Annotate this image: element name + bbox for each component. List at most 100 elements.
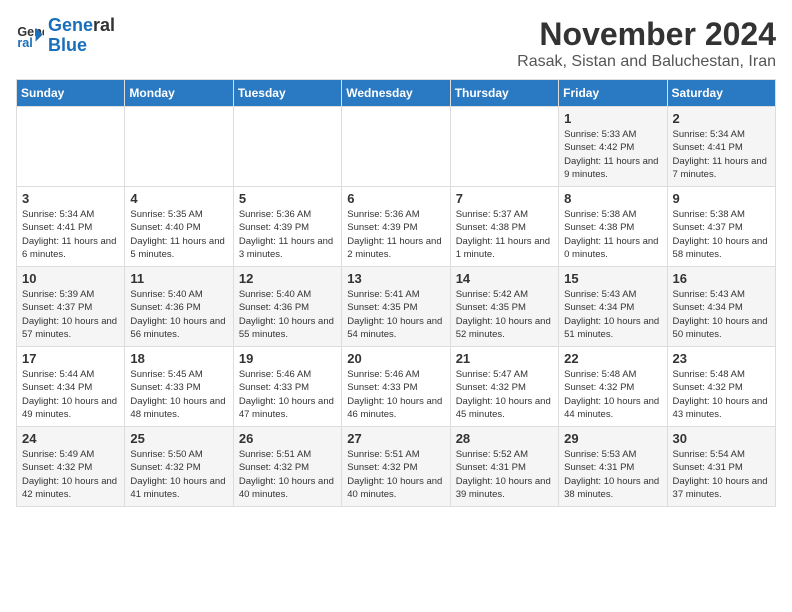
- day-cell: 11Sunrise: 5:40 AM Sunset: 4:36 PM Dayli…: [125, 267, 233, 347]
- day-cell: 21 Sunrise: 5:47 AM Sunset: 4:32 PM Dayli…: [450, 347, 558, 427]
- week-row-2: 3 Sunrise: 5:34 AM Sunset: 4:41 PM Daylig…: [17, 187, 776, 267]
- day-header-sunday: Sunday: [17, 80, 125, 107]
- day-cell: 8 Sunrise: 5:38 AM Sunset: 4:38 PM Daylig…: [559, 187, 667, 267]
- day-number: 17: [22, 351, 119, 366]
- day-cell: 2Sunrise: 5:34 AM Sunset: 4:41 PM Daylig…: [667, 107, 775, 187]
- day-info: Sunrise: 5:38 AM Sunset: 4:38 PM Dayligh…: [564, 208, 661, 261]
- day-cell: 14 Sunrise: 5:42 AM Sunset: 4:35 PM Dayli…: [450, 267, 558, 347]
- day-info: Sunrise: 5:42 AM Sunset: 4:35 PM Dayligh…: [456, 288, 553, 341]
- day-cell: 3 Sunrise: 5:34 AM Sunset: 4:41 PM Daylig…: [17, 187, 125, 267]
- day-cell: 18 Sunrise: 5:45 AM Sunset: 4:33 PM Dayli…: [125, 347, 233, 427]
- day-number: 28: [456, 431, 553, 446]
- day-header-friday: Friday: [559, 80, 667, 107]
- day-info: Sunrise: 5:43 AM Sunset: 4:34 PM Dayligh…: [673, 288, 770, 341]
- day-number: 8: [564, 191, 661, 206]
- day-cell: 24 Sunrise: 5:49 AM Sunset: 4:32 PM Dayli…: [17, 427, 125, 507]
- day-number: 14: [456, 271, 553, 286]
- day-number: 27: [347, 431, 444, 446]
- week-row-5: 24 Sunrise: 5:49 AM Sunset: 4:32 PM Dayli…: [17, 427, 776, 507]
- day-number: 19: [239, 351, 336, 366]
- logo-text-line1: General: [48, 16, 115, 36]
- day-header-monday: Monday: [125, 80, 233, 107]
- day-info: Sunrise: 5:36 AM Sunset: 4:39 PM Dayligh…: [239, 208, 336, 261]
- day-number: 24: [22, 431, 119, 446]
- day-number: 3: [22, 191, 119, 206]
- day-cell: 5 Sunrise: 5:36 AM Sunset: 4:39 PM Daylig…: [233, 187, 341, 267]
- day-info: Sunrise: 5:48 AM Sunset: 4:32 PM Dayligh…: [564, 368, 661, 421]
- day-info: Sunrise: 5:43 AM Sunset: 4:34 PM Dayligh…: [564, 288, 661, 341]
- day-cell: 6Sunrise: 5:36 AM Sunset: 4:39 PM Daylig…: [342, 187, 450, 267]
- day-number: 13: [347, 271, 444, 286]
- day-cell: [17, 107, 125, 187]
- day-cell: 17 Sunrise: 5:44 AM Sunset: 4:34 PM Dayli…: [17, 347, 125, 427]
- day-info: Sunrise: 5:44 AM Sunset: 4:34 PM Dayligh…: [22, 368, 119, 421]
- day-info: Sunrise: 5:34 AM Sunset: 4:41 PM Dayligh…: [673, 128, 770, 181]
- day-number: 21: [456, 351, 553, 366]
- logo-icon: Gene ral: [16, 22, 44, 50]
- day-cell: 7 Sunrise: 5:37 AM Sunset: 4:38 PM Daylig…: [450, 187, 558, 267]
- day-cell: 22 Sunrise: 5:48 AM Sunset: 4:32 PM Dayli…: [559, 347, 667, 427]
- day-info: Sunrise: 5:34 AM Sunset: 4:41 PM Dayligh…: [22, 208, 119, 261]
- week-row-1: 1 Sunrise: 5:33 AM Sunset: 4:42 PM Daylig…: [17, 107, 776, 187]
- week-row-3: 10 Sunrise: 5:39 AM Sunset: 4:37 PM Dayli…: [17, 267, 776, 347]
- day-info: Sunrise: 5:41 AM Sunset: 4:35 PM Dayligh…: [347, 288, 444, 341]
- day-number: 22: [564, 351, 661, 366]
- day-info: Sunrise: 5:51 AM Sunset: 4:32 PM Dayligh…: [239, 448, 336, 501]
- day-info: Sunrise: 5:47 AM Sunset: 4:32 PM Dayligh…: [456, 368, 553, 421]
- header: Gene ral General Blue November 2024 Rasa…: [16, 16, 776, 71]
- day-info: Sunrise: 5:52 AM Sunset: 4:31 PM Dayligh…: [456, 448, 553, 501]
- day-info: Sunrise: 5:50 AM Sunset: 4:32 PM Dayligh…: [130, 448, 227, 501]
- day-info: Sunrise: 5:38 AM Sunset: 4:37 PM Dayligh…: [673, 208, 770, 261]
- day-info: Sunrise: 5:37 AM Sunset: 4:38 PM Dayligh…: [456, 208, 553, 261]
- day-number: 5: [239, 191, 336, 206]
- title-section: November 2024 Rasak, Sistan and Baluches…: [517, 16, 776, 71]
- day-info: Sunrise: 5:49 AM Sunset: 4:32 PM Dayligh…: [22, 448, 119, 501]
- logo: Gene ral General Blue: [16, 16, 115, 56]
- day-info: Sunrise: 5:33 AM Sunset: 4:42 PM Dayligh…: [564, 128, 661, 181]
- day-cell: [125, 107, 233, 187]
- day-info: Sunrise: 5:39 AM Sunset: 4:37 PM Dayligh…: [22, 288, 119, 341]
- day-cell: 12 Sunrise: 5:40 AM Sunset: 4:36 PM Dayli…: [233, 267, 341, 347]
- day-info: Sunrise: 5:53 AM Sunset: 4:31 PM Dayligh…: [564, 448, 661, 501]
- day-info: Sunrise: 5:36 AM Sunset: 4:39 PM Dayligh…: [347, 208, 444, 261]
- day-info: Sunrise: 5:54 AM Sunset: 4:31 PM Dayligh…: [673, 448, 770, 501]
- day-header-wednesday: Wednesday: [342, 80, 450, 107]
- day-cell: 30Sunrise: 5:54 AM Sunset: 4:31 PM Dayli…: [667, 427, 775, 507]
- day-number: 1: [564, 111, 661, 126]
- day-cell: 25Sunrise: 5:50 AM Sunset: 4:32 PM Dayli…: [125, 427, 233, 507]
- day-number: 7: [456, 191, 553, 206]
- day-info: Sunrise: 5:46 AM Sunset: 4:33 PM Dayligh…: [347, 368, 444, 421]
- day-cell: 16 Sunrise: 5:43 AM Sunset: 4:34 PM Dayli…: [667, 267, 775, 347]
- day-cell: 28 Sunrise: 5:52 AM Sunset: 4:31 PM Dayli…: [450, 427, 558, 507]
- calendar-subtitle: Rasak, Sistan and Baluchestan, Iran: [517, 53, 776, 71]
- day-info: Sunrise: 5:45 AM Sunset: 4:33 PM Dayligh…: [130, 368, 227, 421]
- day-cell: 1 Sunrise: 5:33 AM Sunset: 4:42 PM Daylig…: [559, 107, 667, 187]
- calendar-table: SundayMondayTuesdayWednesdayThursdayFrid…: [16, 79, 776, 507]
- day-info: Sunrise: 5:48 AM Sunset: 4:32 PM Dayligh…: [673, 368, 770, 421]
- day-cell: 13 Sunrise: 5:41 AM Sunset: 4:35 PM Dayli…: [342, 267, 450, 347]
- day-cell: [450, 107, 558, 187]
- day-header-tuesday: Tuesday: [233, 80, 341, 107]
- day-cell: 23 Sunrise: 5:48 AM Sunset: 4:32 PM Dayli…: [667, 347, 775, 427]
- day-info: Sunrise: 5:46 AM Sunset: 4:33 PM Dayligh…: [239, 368, 336, 421]
- day-info: Sunrise: 5:40 AM Sunset: 4:36 PM Dayligh…: [130, 288, 227, 341]
- day-cell: 20Sunrise: 5:46 AM Sunset: 4:33 PM Dayli…: [342, 347, 450, 427]
- day-number: 10: [22, 271, 119, 286]
- day-cell: [233, 107, 341, 187]
- day-info: Sunrise: 5:40 AM Sunset: 4:36 PM Dayligh…: [239, 288, 336, 341]
- day-number: 18: [130, 351, 227, 366]
- day-cell: 29 Sunrise: 5:53 AM Sunset: 4:31 PM Dayli…: [559, 427, 667, 507]
- day-cell: 27Sunrise: 5:51 AM Sunset: 4:32 PM Dayli…: [342, 427, 450, 507]
- day-number: 12: [239, 271, 336, 286]
- day-cell: 26Sunrise: 5:51 AM Sunset: 4:32 PM Dayli…: [233, 427, 341, 507]
- day-cell: 19 Sunrise: 5:46 AM Sunset: 4:33 PM Dayli…: [233, 347, 341, 427]
- day-number: 29: [564, 431, 661, 446]
- day-number: 15: [564, 271, 661, 286]
- day-number: 23: [673, 351, 770, 366]
- day-cell: 9Sunrise: 5:38 AM Sunset: 4:37 PM Daylig…: [667, 187, 775, 267]
- day-cell: 4Sunrise: 5:35 AM Sunset: 4:40 PM Daylig…: [125, 187, 233, 267]
- week-row-4: 17 Sunrise: 5:44 AM Sunset: 4:34 PM Dayli…: [17, 347, 776, 427]
- day-header-thursday: Thursday: [450, 80, 558, 107]
- day-number: 4: [130, 191, 227, 206]
- day-number: 16: [673, 271, 770, 286]
